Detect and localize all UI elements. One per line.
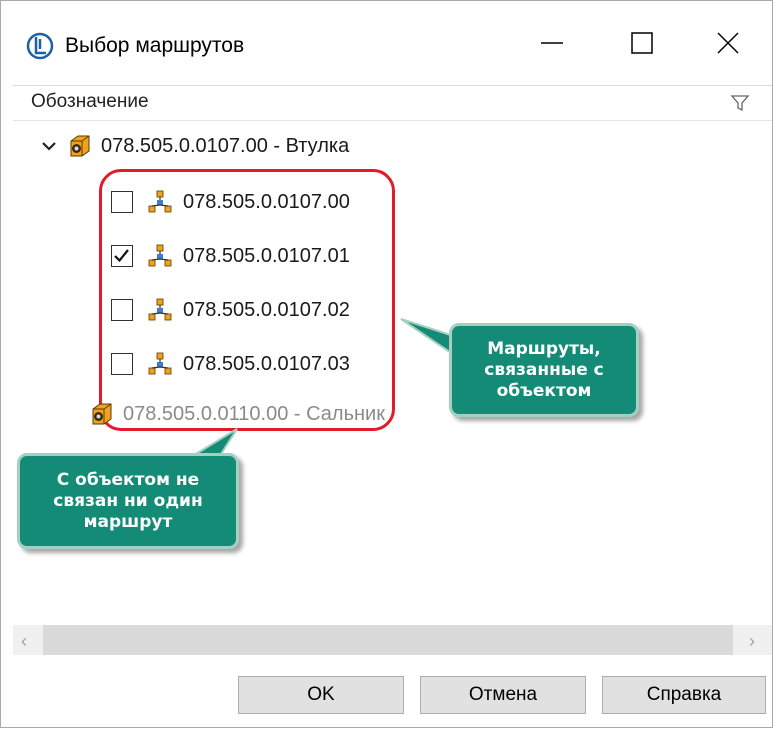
callout-no-routes: С объектом не связан ни один маршрут bbox=[17, 453, 239, 549]
horizontal-scrollbar[interactable]: ‹ › bbox=[13, 625, 772, 655]
callout-linked-routes: Маршруты, связанные с объектом bbox=[449, 323, 639, 417]
scroll-right-icon[interactable]: › bbox=[749, 631, 755, 652]
callout-pointers bbox=[187, 318, 464, 458]
route-selection-dialog: Выбор маршрутов Обозначение 078.505.0.01… bbox=[0, 0, 773, 728]
help-button[interactable]: Справка bbox=[602, 676, 766, 714]
scrollbar-thumb[interactable] bbox=[43, 625, 733, 655]
ok-button[interactable]: OK bbox=[238, 676, 404, 714]
scroll-left-icon[interactable]: ‹ bbox=[21, 631, 27, 652]
cancel-button[interactable]: Отмена bbox=[420, 676, 586, 714]
